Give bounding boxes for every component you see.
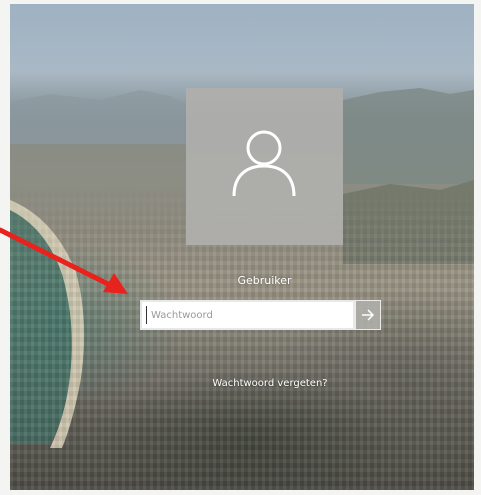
photo-frame: Gebruiker Wachtwoord vergeten? [0, 0, 481, 495]
city-texture [10, 4, 474, 490]
username-label: Gebruiker [237, 274, 292, 287]
password-input[interactable] [146, 306, 336, 324]
forgot-password-link[interactable]: Wachtwoord vergeten? [190, 378, 350, 389]
password-field[interactable] [140, 300, 355, 330]
lock-screen: Gebruiker Wachtwoord vergeten? [10, 4, 474, 490]
avatar [186, 88, 343, 245]
user-icon [232, 130, 296, 197]
arrow-right-icon [362, 309, 375, 321]
submit-button[interactable] [355, 300, 381, 330]
